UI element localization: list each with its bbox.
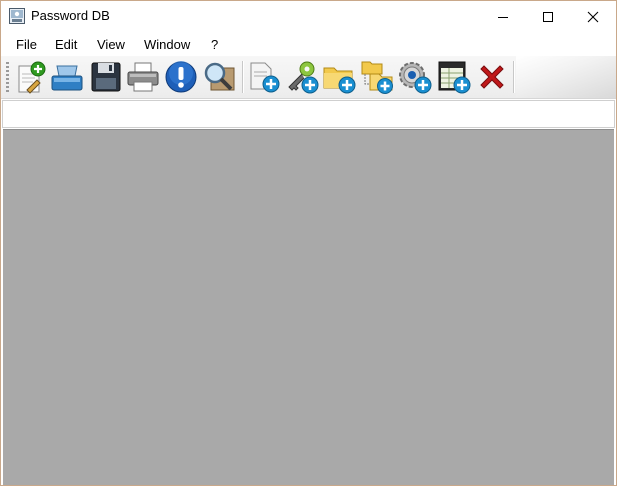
toolbar	[1, 56, 616, 99]
app-icon	[9, 8, 25, 24]
add-settings-icon	[399, 62, 432, 94]
main-window: Password DB File Edit View Window ?	[0, 0, 617, 486]
search-magnifier-icon	[204, 62, 235, 91]
printer-icon	[127, 62, 159, 92]
menu-window[interactable]: Window	[144, 37, 190, 52]
delete-icon	[480, 65, 504, 89]
add-key-icon	[288, 61, 319, 94]
menu-bar: File Edit View Window ?	[1, 32, 616, 56]
menu-edit[interactable]: Edit	[55, 37, 77, 52]
new-document-icon	[18, 61, 46, 94]
scanner-icon	[51, 65, 83, 91]
add-subfolder-icon	[361, 61, 393, 94]
toolbar-separator-end	[513, 61, 515, 93]
minimize-button[interactable]	[480, 1, 526, 32]
add-entry-icon	[250, 62, 280, 93]
add-key-button[interactable]	[285, 60, 319, 94]
mdi-client-area[interactable]	[3, 129, 614, 485]
add-table-button[interactable]	[437, 60, 471, 94]
menu-help[interactable]: ?	[211, 37, 218, 52]
minimize-icon	[498, 16, 508, 18]
add-table-icon	[438, 61, 471, 94]
add-subfolder-button[interactable]	[360, 60, 394, 94]
toolbar-grip[interactable]	[6, 62, 9, 92]
save-disk-icon	[91, 62, 121, 92]
menu-file[interactable]: File	[16, 37, 37, 52]
window-title: Password DB	[31, 8, 110, 23]
add-folder-button[interactable]	[322, 60, 356, 94]
add-folder-icon	[323, 67, 356, 94]
add-settings-button[interactable]	[398, 60, 432, 94]
toolbar-separator	[242, 61, 244, 93]
save-button[interactable]	[89, 60, 123, 94]
maximize-button[interactable]	[525, 1, 571, 32]
input-strip[interactable]	[2, 100, 615, 128]
info-icon	[165, 61, 197, 93]
title-bar[interactable]: Password DB	[1, 1, 616, 32]
toolbar-gloss	[516, 56, 616, 98]
maximize-icon	[543, 11, 553, 22]
new-document-button[interactable]	[13, 60, 47, 94]
info-button[interactable]	[164, 60, 198, 94]
search-button[interactable]	[202, 60, 236, 94]
menu-view[interactable]: View	[97, 37, 125, 52]
add-entry-button[interactable]	[247, 60, 281, 94]
delete-button[interactable]	[475, 60, 509, 94]
scan-button[interactable]	[50, 60, 84, 94]
close-button[interactable]	[570, 1, 616, 32]
close-icon	[587, 11, 599, 22]
print-button[interactable]	[126, 60, 160, 94]
